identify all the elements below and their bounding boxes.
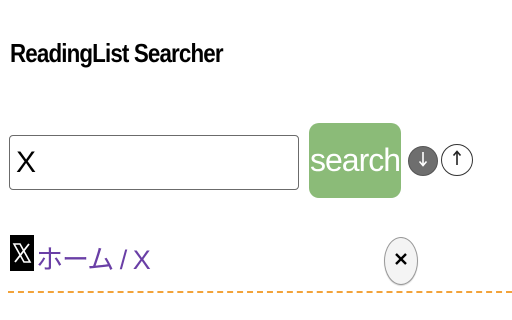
arrow-down-circle-icon [416,149,430,174]
reading-list-searcher-app: ReadingList Searcher search [0,0,512,320]
remove-item-button[interactable] [384,237,418,285]
result-link[interactable]: ホーム / X [36,238,151,277]
search-bar: search [9,123,489,198]
page-title: ReadingList Searcher [10,38,224,68]
search-button[interactable]: search [309,123,401,198]
arrow-up-circle-icon [450,148,464,173]
list-item: ホーム / X [8,234,512,294]
sort-ascending-button[interactable] [441,144,473,176]
close-icon [394,252,408,271]
result-divider [8,291,512,293]
sort-descending-button[interactable] [408,146,438,176]
search-input[interactable] [9,135,299,190]
x-logo-icon [10,235,34,271]
